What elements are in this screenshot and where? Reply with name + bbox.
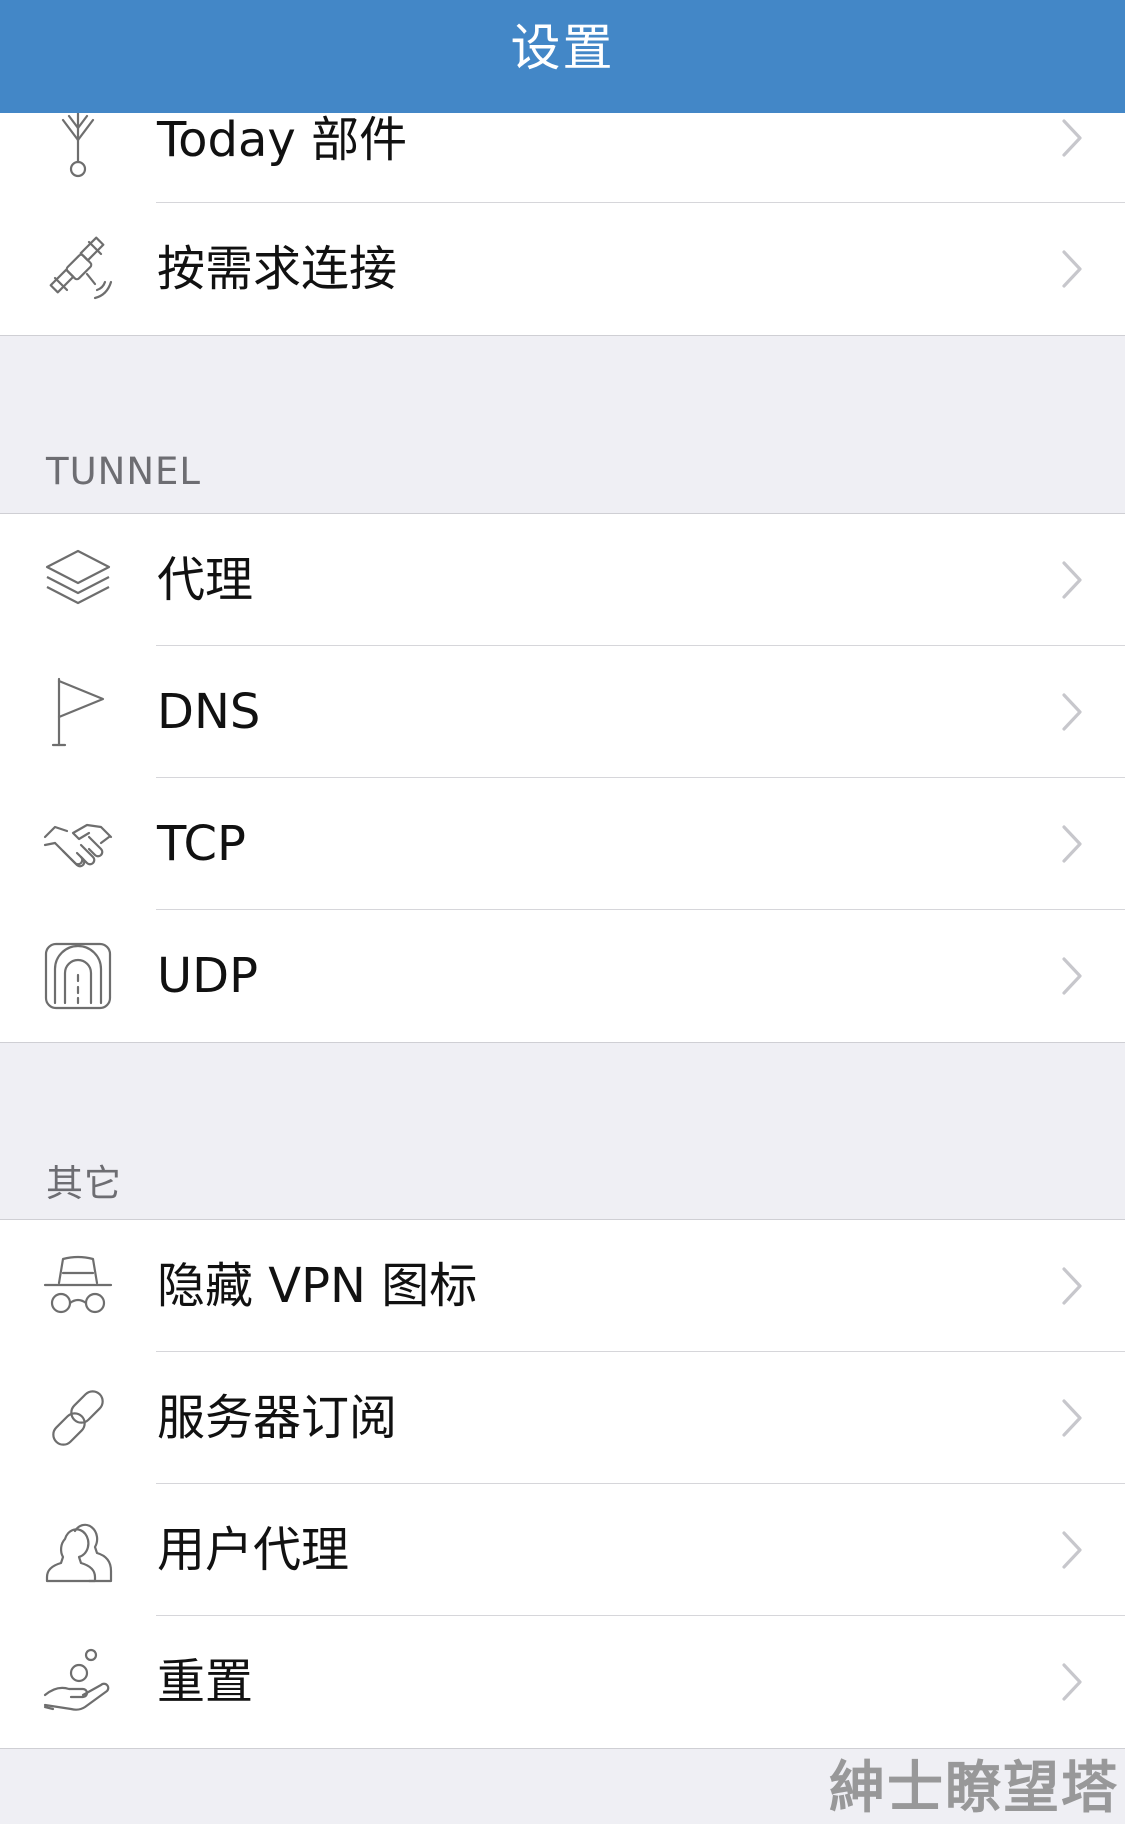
settings-row-label: 用户代理 <box>157 1522 350 1578</box>
chevron-right-icon <box>1061 560 1083 600</box>
settings-row-server-subscription[interactable]: 服务器订阅 <box>0 1352 1125 1484</box>
chevron-right-icon <box>1061 1266 1083 1306</box>
chevron-right-icon <box>1061 249 1083 289</box>
antenna-icon <box>43 109 113 180</box>
chevron-right-icon <box>1061 824 1083 864</box>
settings-row-label: DNS <box>157 684 261 740</box>
settings-row-label: UDP <box>157 948 259 1004</box>
users-icon <box>43 1515 113 1585</box>
settings-row-label: 重置 <box>157 1654 254 1710</box>
hand-reset-icon <box>43 1647 113 1717</box>
settings-row-label: 代理 <box>157 552 254 608</box>
tunnel-settings-group: 代理 DNS TCP UDP <box>0 513 1125 1043</box>
settings-row-udp[interactable]: UDP <box>0 910 1125 1042</box>
layers-icon <box>43 545 113 615</box>
other-settings-group: 隐藏 VPN 图标 服务器订阅 用户代理 重置 <box>0 1219 1125 1749</box>
chevron-right-icon <box>1061 956 1083 996</box>
settings-row-label: TCP <box>157 816 246 872</box>
handshake-icon <box>43 809 113 879</box>
section-header-tunnel: TUNNEL <box>46 450 202 493</box>
navigation-bar: 设置 <box>0 0 1125 113</box>
settings-row-dns[interactable]: DNS <box>0 646 1125 778</box>
satellite-icon <box>43 234 113 304</box>
chevron-right-icon <box>1061 1530 1083 1570</box>
settings-row-proxy[interactable]: 代理 <box>0 514 1125 646</box>
settings-row-user-agent[interactable]: 用户代理 <box>0 1484 1125 1616</box>
chevron-right-icon <box>1061 1398 1083 1438</box>
section-header-other: 其它 <box>46 1162 122 1205</box>
settings-row-hide-vpn-icon[interactable]: 隐藏 VPN 图标 <box>0 1220 1125 1352</box>
tunnel-icon <box>43 941 113 1011</box>
settings-row-connect-on-demand[interactable]: 按需求连接 <box>0 203 1125 335</box>
settings-row-label: 服务器订阅 <box>157 1390 398 1446</box>
link-icon <box>43 1383 113 1453</box>
page-title: 设置 <box>510 19 615 77</box>
chevron-right-icon <box>1061 692 1083 732</box>
settings-row-reset[interactable]: 重置 <box>0 1616 1125 1748</box>
chevron-right-icon <box>1061 118 1083 158</box>
incognito-icon <box>43 1251 113 1321</box>
settings-row-label: 按需求连接 <box>157 241 398 297</box>
settings-screen: 设置 Today 部件 按需求连接 TUNNEL 代理 DNS TCP UDP … <box>0 0 1125 1824</box>
chevron-right-icon <box>1061 1662 1083 1702</box>
settings-row-label: 隐藏 VPN 图标 <box>157 1258 478 1314</box>
settings-row-tcp[interactable]: TCP <box>0 778 1125 910</box>
watermark-text: 紳士瞭望塔 <box>829 1755 1119 1821</box>
flag-icon <box>43 677 113 747</box>
